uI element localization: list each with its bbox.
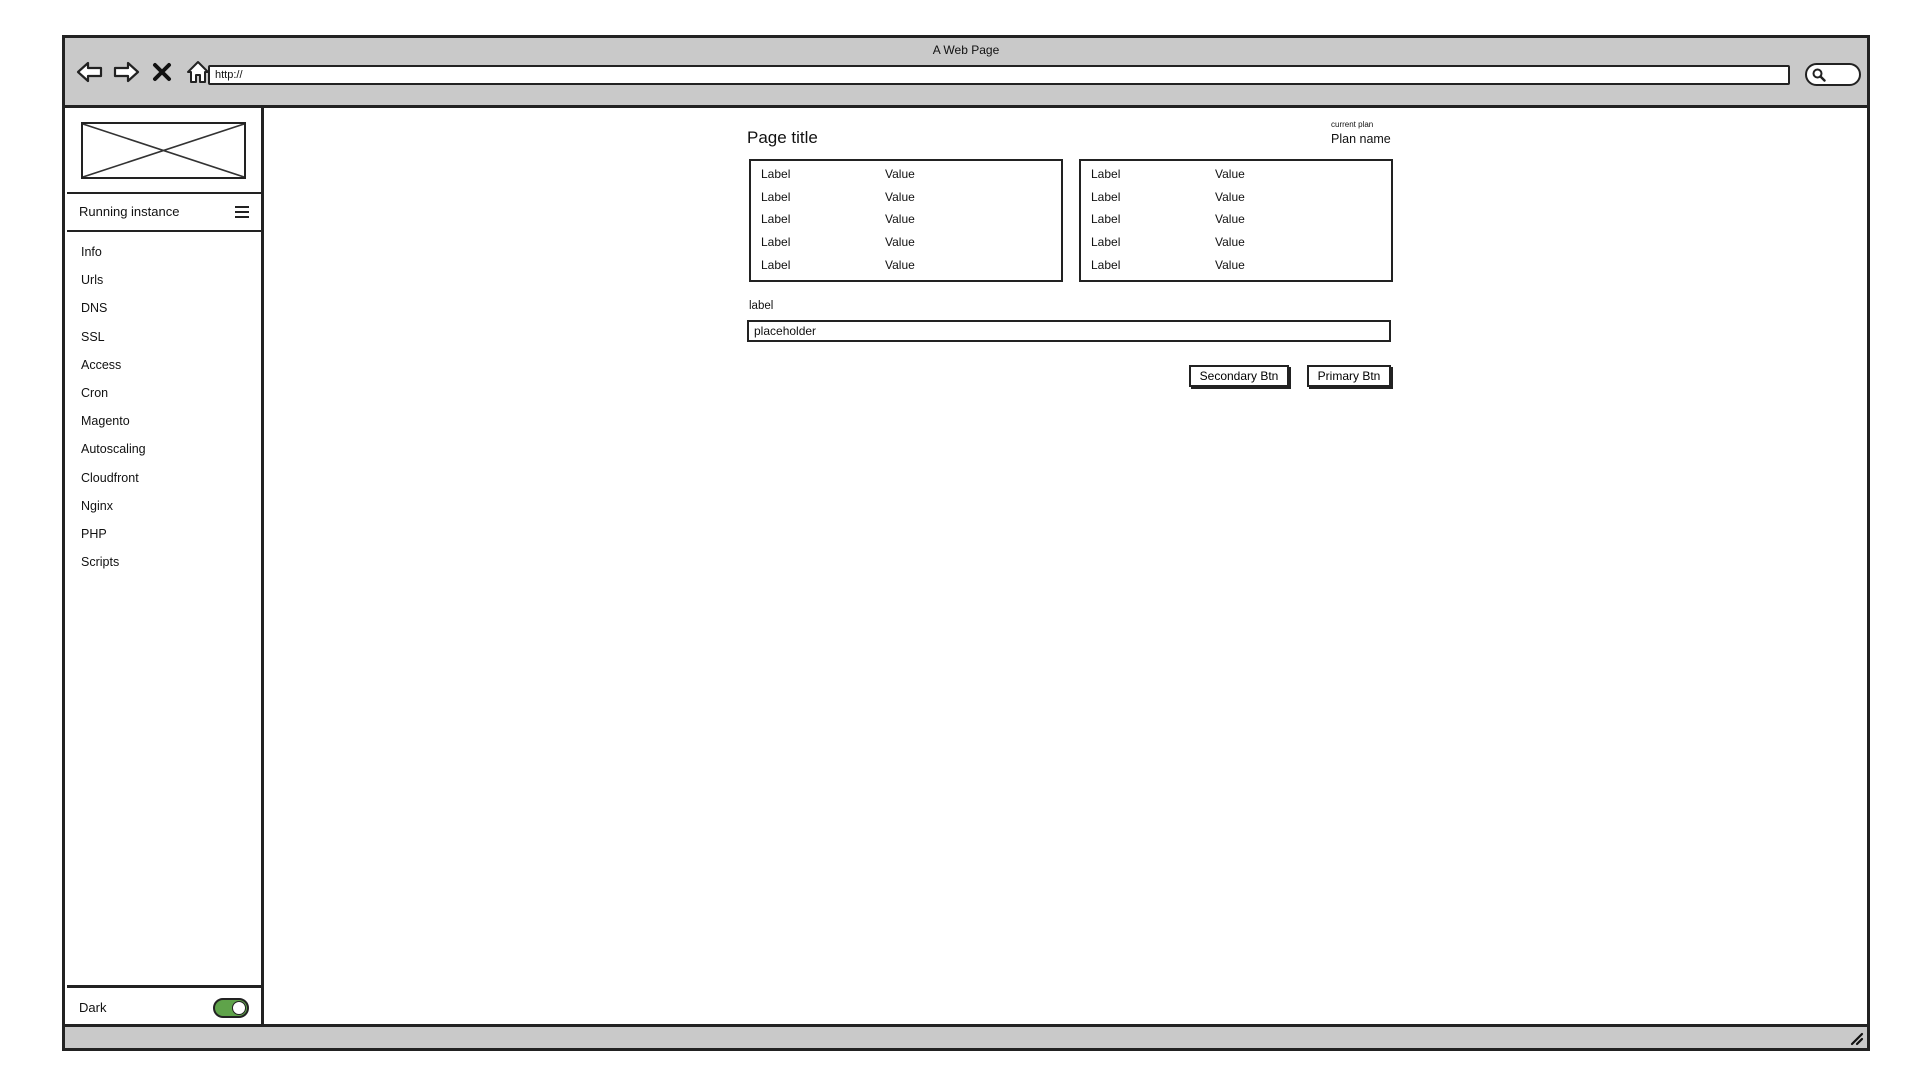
page-title: Page title bbox=[747, 128, 818, 147]
info-row: Label Value bbox=[1091, 235, 1381, 253]
info-value: Value bbox=[885, 190, 915, 204]
info-label: Label bbox=[761, 167, 791, 181]
sidebar-item-cron[interactable]: Cron bbox=[81, 379, 251, 407]
url-bar[interactable]: http:// bbox=[208, 65, 1790, 85]
main-content: Page title current plan Plan name Label V… bbox=[267, 108, 1867, 1027]
info-card: Label Value Label Value Label Value Label Va… bbox=[749, 159, 1063, 282]
info-value: Value bbox=[885, 258, 915, 272]
forward-arrow-icon[interactable] bbox=[111, 57, 141, 87]
back-arrow-icon[interactable] bbox=[75, 57, 105, 87]
sidebar-item-autoscaling[interactable]: Autoscaling bbox=[81, 435, 251, 463]
info-row: Label Value bbox=[1091, 167, 1381, 185]
info-row: Label Value bbox=[1091, 190, 1381, 208]
secondary-button[interactable]: Secondary Btn bbox=[1189, 365, 1289, 387]
info-label: Label bbox=[761, 235, 791, 249]
browser-window: A Web Page http:// Running instance Info… bbox=[62, 35, 1870, 1051]
info-row: Label Value bbox=[1091, 258, 1381, 276]
hamburger-menu-icon[interactable] bbox=[235, 206, 249, 218]
instance-selector[interactable]: Running instance bbox=[67, 192, 261, 232]
info-label: Label bbox=[1091, 167, 1121, 181]
sidebar-footer: Dark bbox=[67, 985, 261, 1027]
status-bar bbox=[65, 1024, 1867, 1048]
info-value: Value bbox=[885, 212, 915, 226]
sidebar-item-ssl[interactable]: SSL bbox=[81, 323, 251, 351]
sidebar-item-scripts[interactable]: Scripts bbox=[81, 548, 251, 576]
dark-mode-label: Dark bbox=[79, 1000, 107, 1015]
image-placeholder-icon bbox=[81, 122, 246, 179]
toggle-knob bbox=[232, 1001, 246, 1015]
info-label: Label bbox=[1091, 190, 1121, 204]
sidebar-item-php[interactable]: PHP bbox=[81, 520, 251, 548]
info-row: Label Value bbox=[1091, 212, 1381, 230]
sidebar-item-magento[interactable]: Magento bbox=[81, 407, 251, 435]
sidebar-item-dns[interactable]: DNS bbox=[81, 294, 251, 322]
browser-search-button[interactable] bbox=[1805, 63, 1861, 86]
info-label: Label bbox=[1091, 212, 1121, 226]
window-title: A Web Page bbox=[932, 43, 1000, 57]
instance-label: Running instance bbox=[79, 204, 180, 219]
close-x-icon[interactable] bbox=[147, 57, 177, 87]
info-label: Label bbox=[761, 258, 791, 272]
search-icon bbox=[1812, 68, 1826, 87]
info-value: Value bbox=[885, 167, 915, 181]
info-value: Value bbox=[1215, 235, 1245, 249]
info-row: Label Value bbox=[761, 212, 1051, 230]
dark-mode-toggle[interactable] bbox=[213, 998, 249, 1018]
info-value: Value bbox=[1215, 258, 1245, 272]
current-plan-caption: current plan bbox=[1331, 120, 1374, 129]
primary-button[interactable]: Primary Btn bbox=[1307, 365, 1391, 387]
info-row: Label Value bbox=[761, 235, 1051, 253]
info-value: Value bbox=[1215, 212, 1245, 226]
info-value: Value bbox=[1215, 167, 1245, 181]
sidebar-item-nginx[interactable]: Nginx bbox=[81, 492, 251, 520]
info-row: Label Value bbox=[761, 167, 1051, 185]
text-input-field[interactable] bbox=[747, 320, 1391, 342]
page-viewport: Running instance Info Urls DNS SSL Acces… bbox=[65, 108, 1867, 1027]
browser-chrome: A Web Page http:// bbox=[65, 38, 1867, 105]
info-card: Label Value Label Value Label Value Label Va… bbox=[1079, 159, 1393, 282]
browser-nav-controls bbox=[75, 55, 213, 89]
sidebar-nav: Info Urls DNS SSL Access Cron Magento Au… bbox=[81, 238, 251, 576]
info-label: Label bbox=[1091, 258, 1121, 272]
sidebar-item-urls[interactable]: Urls bbox=[81, 266, 251, 294]
info-label: Label bbox=[761, 190, 791, 204]
info-value: Value bbox=[885, 235, 915, 249]
info-label: Label bbox=[761, 212, 791, 226]
plan-name: Plan name bbox=[1331, 132, 1391, 146]
sidebar-item-cloudfront[interactable]: Cloudfront bbox=[81, 464, 251, 492]
resize-grip-icon[interactable] bbox=[1848, 1030, 1864, 1046]
sidebar: Running instance Info Urls DNS SSL Acces… bbox=[67, 108, 264, 1027]
field-label: label bbox=[749, 300, 774, 312]
sidebar-item-info[interactable]: Info bbox=[81, 238, 251, 266]
info-value: Value bbox=[1215, 190, 1245, 204]
info-label: Label bbox=[1091, 235, 1121, 249]
sidebar-item-access[interactable]: Access bbox=[81, 351, 251, 379]
info-row: Label Value bbox=[761, 190, 1051, 208]
info-row: Label Value bbox=[761, 258, 1051, 276]
